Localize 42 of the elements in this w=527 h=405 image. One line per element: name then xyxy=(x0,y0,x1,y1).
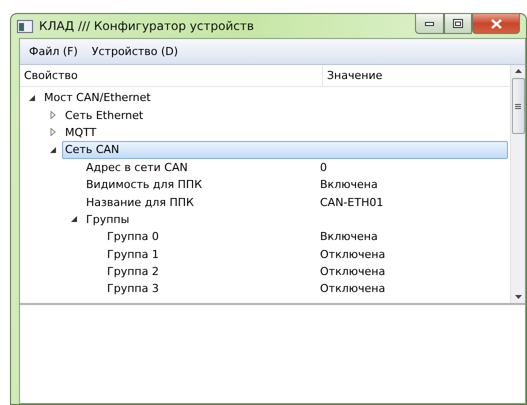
selected-row-highlight[interactable]: Сеть CAN xyxy=(62,140,508,159)
collapse-arrow-icon[interactable] xyxy=(28,94,36,102)
tree-item-label[interactable]: Группа 1 xyxy=(107,248,159,261)
property-value: Отключена xyxy=(320,265,386,278)
column-header[interactable]: Значение xyxy=(323,65,510,86)
tree-item-label[interactable]: Группа 3 xyxy=(107,282,159,296)
collapse-arrow-icon[interactable] xyxy=(70,215,78,224)
tree-item-label[interactable]: Сеть Ethernet xyxy=(65,108,144,122)
menu-item[interactable]: Устройство (D) xyxy=(86,43,184,60)
tree-item-label[interactable]: Мост CAN/Ethernet xyxy=(44,91,151,104)
close-icon xyxy=(490,18,502,28)
collapse-arrow-icon[interactable] xyxy=(49,146,57,154)
column-header[interactable]: Свойство xyxy=(20,65,323,86)
tree-item-label[interactable]: Сеть CAN xyxy=(65,143,120,156)
tree-item-label[interactable]: Видимость для ППК xyxy=(86,178,202,192)
property-value: CAN-ETH01 xyxy=(320,196,384,209)
tree-item-label[interactable]: Группа 2 xyxy=(107,265,159,278)
minimize-icon xyxy=(425,22,434,26)
window-title: КЛАД /// Конфигуратор устройств xyxy=(39,19,254,33)
close-button[interactable] xyxy=(472,13,520,34)
expand-arrow-icon[interactable] xyxy=(49,128,57,136)
tree-item-label[interactable]: Группа 0 xyxy=(107,230,159,244)
minimize-button[interactable] xyxy=(415,13,444,34)
menu-item[interactable]: Файл (F) xyxy=(23,43,84,60)
property-value: Отключена xyxy=(320,248,386,261)
maximize-button[interactable] xyxy=(444,13,472,34)
expand-arrow-icon[interactable] xyxy=(49,111,57,120)
scroll-up-icon[interactable] xyxy=(514,69,522,73)
vertical-scrollbar[interactable] xyxy=(510,65,525,303)
tree-item-label[interactable]: Адрес в сети CAN xyxy=(86,160,188,174)
app-icon xyxy=(17,20,33,32)
tree-item-label[interactable]: Группы xyxy=(86,212,130,226)
scrollbar-thumb[interactable] xyxy=(512,78,524,134)
property-value: 0 xyxy=(320,160,327,174)
tree-item-label[interactable]: Название для ППК xyxy=(86,196,194,209)
scroll-down-icon[interactable] xyxy=(514,295,522,299)
grip-icon xyxy=(515,104,521,108)
tree-item-label[interactable]: MQTT xyxy=(65,126,96,139)
property-value: Отключена xyxy=(320,282,386,296)
maximize-icon xyxy=(453,19,463,28)
property-value: Включена xyxy=(320,178,378,192)
property-value: Включена xyxy=(320,230,378,244)
